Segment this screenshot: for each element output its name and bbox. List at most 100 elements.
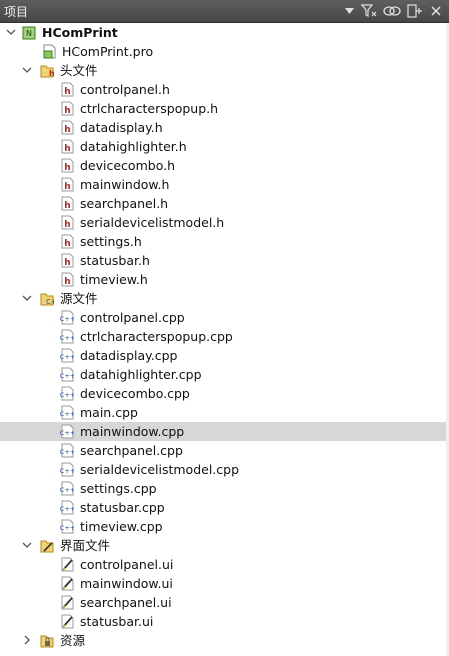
tree-item-file[interactable]: h timeview.h [0,270,449,289]
file-name: statusbar.h [80,253,150,268]
header-file-icon: h [60,101,74,116]
tree-group-headers[interactable]: h 头文件 [0,61,449,80]
project-tree: N HComPrint HComPrint.pro h 头文件 h controlpanel… [0,23,449,656]
cpp-file-icon: C++ [60,310,75,325]
tree-group-resources[interactable]: 资源 [0,631,449,650]
svg-text:C++: C++ [60,410,74,418]
dropdown-arrow-icon[interactable] [342,2,356,20]
project-name: HComPrint [42,25,118,40]
filter-icon[interactable] [360,2,378,20]
tree-item-file[interactable]: C++ serialdevicelistmodel.cpp [0,460,449,479]
tree-item-file[interactable]: C++ settings.cpp [0,479,449,498]
tree-item-file[interactable]: searchpanel.ui [0,593,449,612]
tree-item-file[interactable]: C++ datahighlighter.cpp [0,365,449,384]
file-name: devicecombo.cpp [80,386,190,401]
header-file-icon: h [60,82,74,97]
svg-text:h: h [64,201,70,211]
file-name: serialdevicelistmodel.cpp [80,462,240,477]
file-name: serialdevicelistmodel.h [80,215,225,230]
chevron-right-icon[interactable] [21,633,33,647]
panel-title: 项目 [4,5,29,19]
file-name: main.cpp [80,405,138,420]
svg-text:h: h [64,106,70,116]
svg-text:C+: C+ [46,298,54,306]
header-file-icon: h [60,215,74,230]
file-name: datahighlighter.h [80,139,187,154]
file-name: mainwindow.h [80,177,170,192]
svg-text:C++: C++ [60,448,74,456]
split-view-icon[interactable] [406,2,424,20]
svg-text:C++: C++ [60,524,74,532]
tree-item-file[interactable]: controlpanel.ui [0,555,449,574]
file-name: statusbar.ui [80,614,154,629]
cpp-file-icon: C++ [60,348,75,363]
file-name: mainwindow.ui [80,576,173,591]
tree-item-file[interactable]: h mainwindow.h [0,175,449,194]
cpp-file-icon: C++ [60,424,75,439]
close-icon[interactable] [428,2,444,20]
chevron-down-icon[interactable] [21,291,33,305]
tree-item-project[interactable]: N HComPrint [0,23,449,42]
file-name: searchpanel.h [80,196,169,211]
svg-text:C++: C++ [60,391,74,399]
tree-item-pro-file[interactable]: HComPrint.pro [0,42,449,61]
file-name: settings.h [80,234,142,249]
tree-item-file[interactable]: C++ controlpanel.cpp [0,308,449,327]
tree-item-file[interactable]: C++ devicecombo.cpp [0,384,449,403]
svg-text:C++: C++ [60,505,74,513]
header-file-icon: h [60,234,74,249]
tree-item-file[interactable]: h searchpanel.h [0,194,449,213]
tree-item-file[interactable]: h ctrlcharacterspopup.h [0,99,449,118]
ui-file-icon [60,614,74,629]
tree-item-file[interactable]: h settings.h [0,232,449,251]
tree-item-file[interactable]: h serialdevicelistmodel.h [0,213,449,232]
chevron-down-icon[interactable] [21,63,33,77]
tree-item-file[interactable]: C++ ctrlcharacterspopup.cpp [0,327,449,346]
tree-item-file[interactable]: h datadisplay.h [0,118,449,137]
header-file-icon: h [60,272,74,287]
tree-item-file[interactable]: C++ main.cpp [0,403,449,422]
file-name: timeview.cpp [80,519,163,534]
header-file-icon: h [60,253,74,268]
ui-file-icon [60,576,74,591]
group-label: 界面文件 [60,538,111,553]
header-file-icon: h [60,196,74,211]
tree-item-file[interactable]: statusbar.ui [0,612,449,631]
chevron-down-icon[interactable] [5,25,17,39]
file-name: datadisplay.h [80,120,163,135]
tree-item-file[interactable]: C++ timeview.cpp [0,517,449,536]
file-name: searchpanel.cpp [80,443,183,458]
cpp-file-icon: C++ [60,481,75,496]
tree-item-file[interactable]: h statusbar.h [0,251,449,270]
tree-item-file[interactable]: mainwindow.ui [0,574,449,593]
tree-item-file[interactable]: C++ statusbar.cpp [0,498,449,517]
file-name: mainwindow.cpp [80,424,185,439]
cpp-file-icon: C++ [60,367,75,382]
tree-group-forms[interactable]: 界面文件 [0,536,449,555]
tree-item-file[interactable]: C++ mainwindow.cpp [0,422,449,441]
panel-title-bar: 项目 [0,0,449,23]
tree-item-file[interactable]: C++ datadisplay.cpp [0,346,449,365]
chevron-down-icon[interactable] [21,538,33,552]
header-file-icon: h [60,177,74,192]
tree-item-file[interactable]: h devicecombo.h [0,156,449,175]
svg-text:h: h [64,277,70,287]
file-name: controlpanel.ui [80,557,174,572]
svg-text:h: h [64,182,70,192]
forms-folder-icon [40,538,54,553]
cpp-file-icon: C++ [60,405,75,420]
pro-file-icon [42,44,56,59]
cpp-file-icon: C++ [60,443,75,458]
ui-file-icon [60,595,74,610]
file-name: datadisplay.cpp [80,348,178,363]
sync-link-icon[interactable] [382,2,402,20]
tree-item-file[interactable]: h controlpanel.h [0,80,449,99]
tree-item-file[interactable]: C++ searchpanel.cpp [0,441,449,460]
group-label: 头文件 [60,63,98,78]
tree-item-file[interactable]: h datahighlighter.h [0,137,449,156]
svg-text:h: h [64,144,70,154]
group-label: 源文件 [60,291,98,306]
svg-text:h: h [64,163,70,173]
source-folder-icon: C+ [40,291,57,306]
tree-group-sources[interactable]: C+ 源文件 [0,289,449,308]
